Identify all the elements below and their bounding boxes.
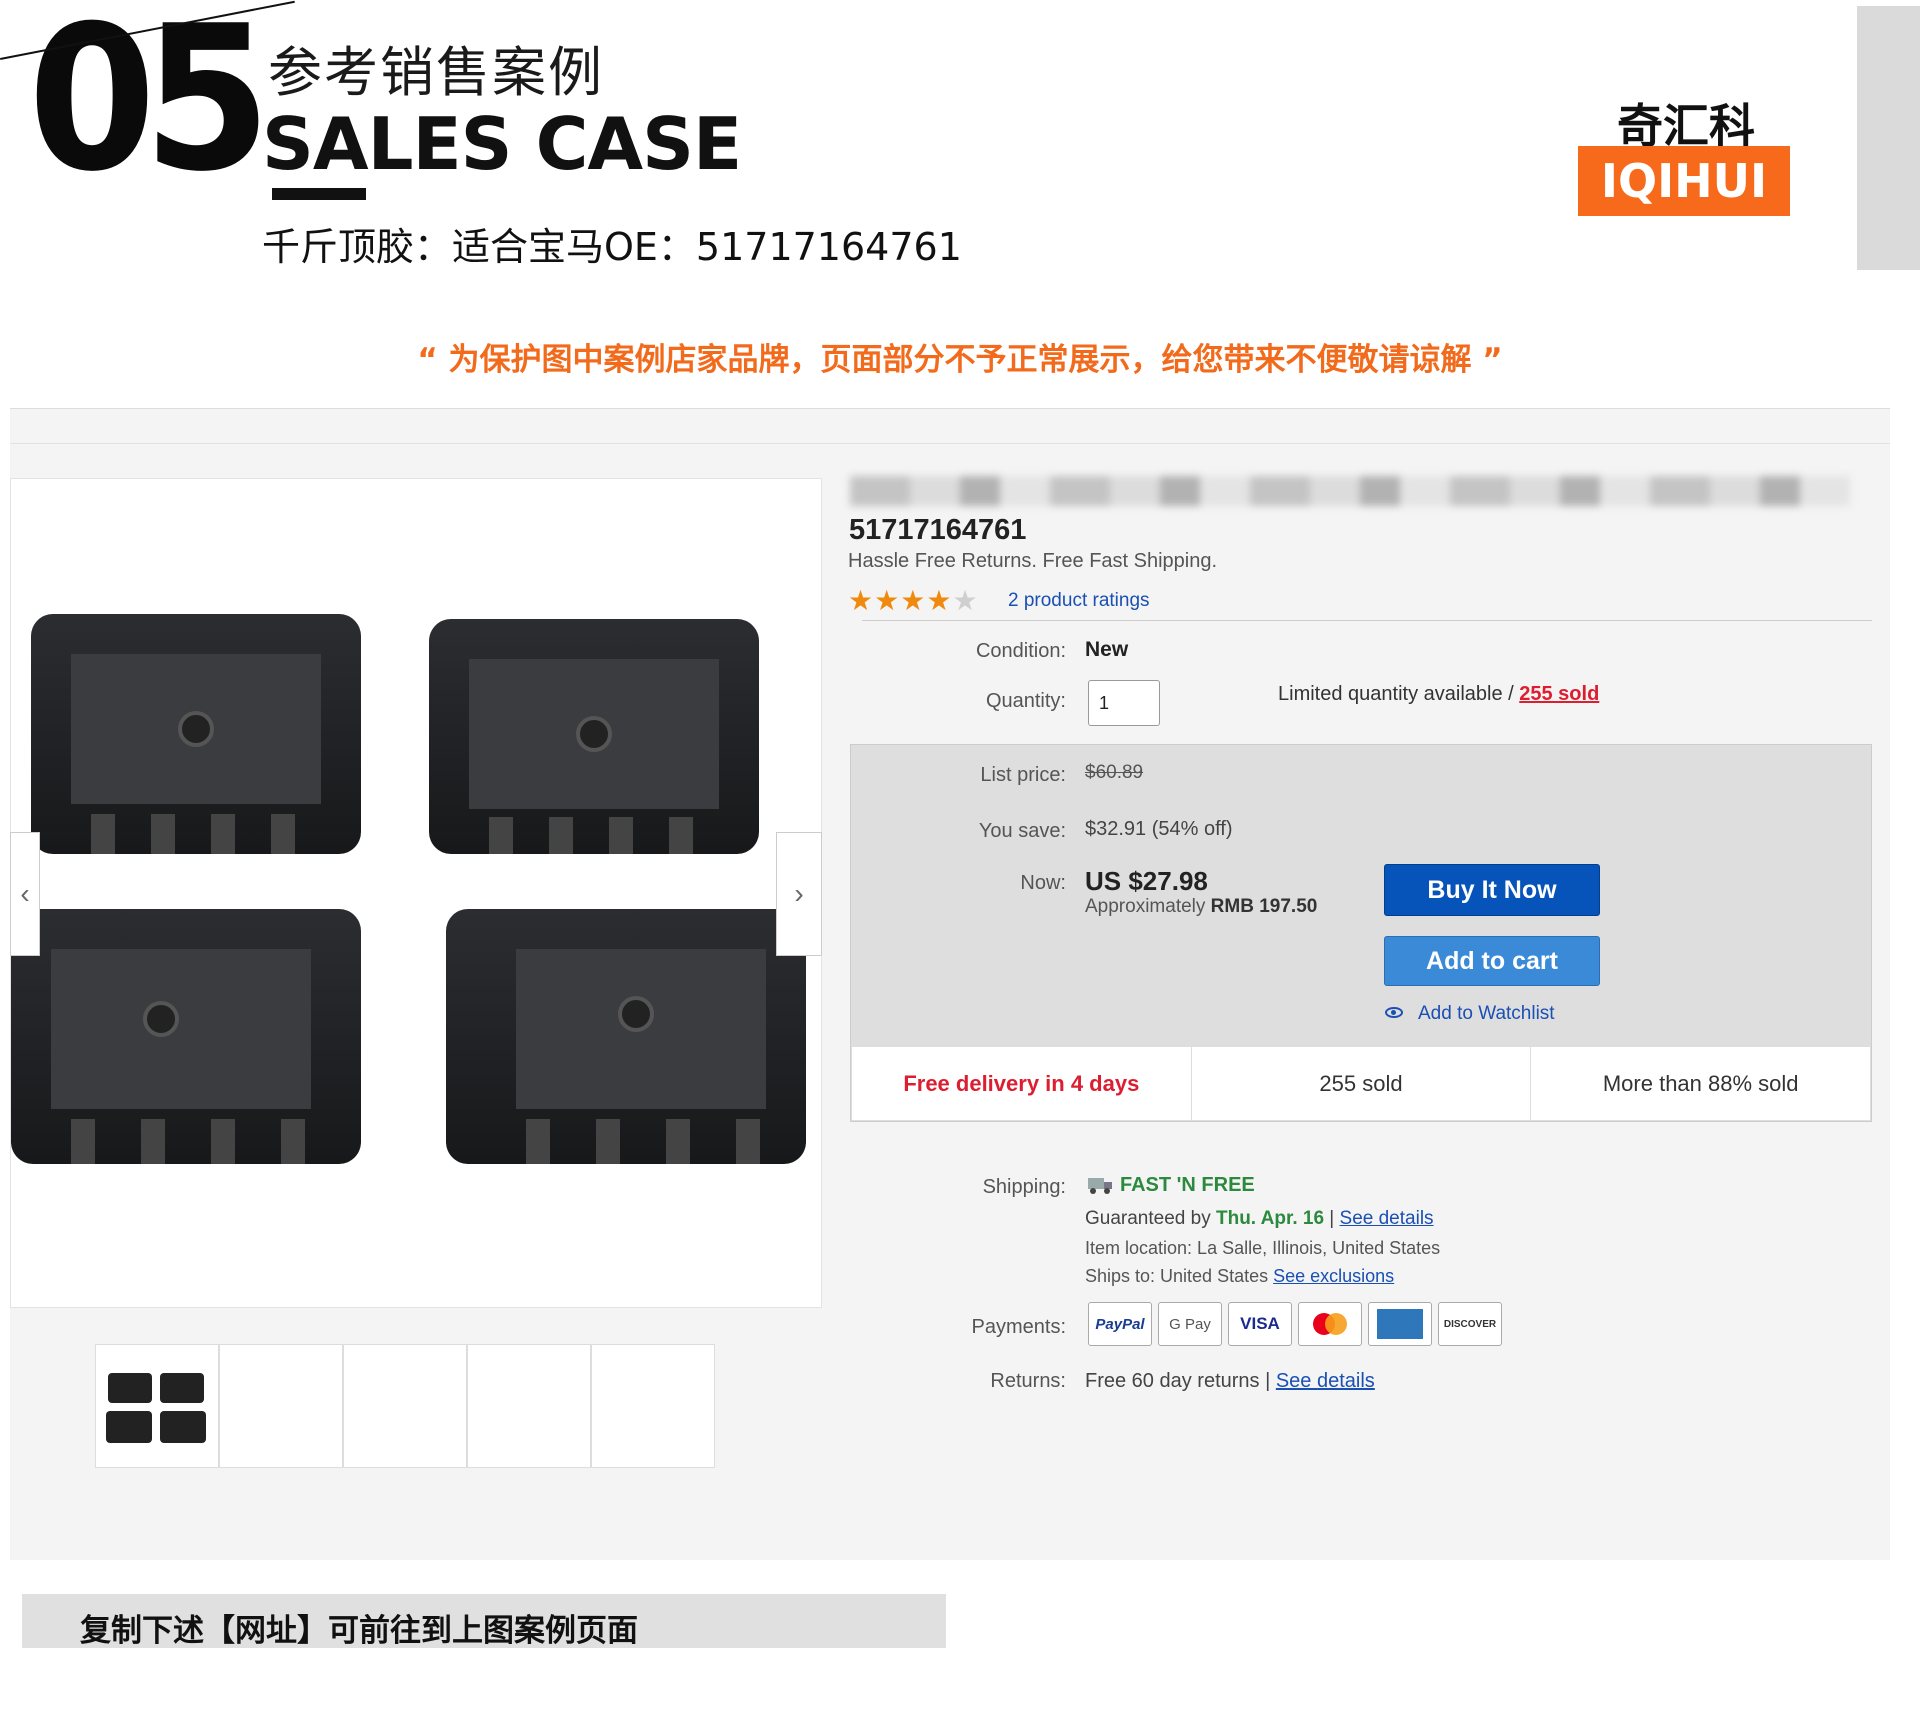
prev-image-button[interactable]: ‹: [10, 832, 40, 956]
paypal-icon: PayPal: [1088, 1302, 1152, 1346]
side-decor-bar: [1857, 6, 1920, 270]
now-price: US $27.98: [1085, 866, 1208, 896]
availability-text: Limited quantity available / 255 sold: [1278, 683, 1599, 706]
stat-percent-sold: More than 88% sold: [1602, 1070, 1799, 1096]
thumbnail-4[interactable]: [467, 1344, 591, 1468]
ships-to-label: Ships to: United States: [1085, 1266, 1274, 1286]
item-number: 51717164761: [849, 514, 1027, 546]
thumbnail-2[interactable]: [219, 1344, 343, 1468]
shipping-label: Shipping:: [982, 1176, 1066, 1198]
title-en: SALES CASE: [262, 102, 742, 186]
ratings-link[interactable]: 2 product ratings: [1008, 590, 1150, 612]
fast-n-free-badge: FAST 'N FREE: [1120, 1174, 1255, 1196]
title-cn: 参考销售案例: [268, 41, 604, 104]
ships-to: Ships to: United States See exclusions: [1085, 1266, 1394, 1287]
chevron-right-icon: ›: [794, 878, 804, 909]
guarantee-date: Thu. Apr. 16: [1215, 1208, 1325, 1229]
buy-now-button[interactable]: Buy It Now: [1384, 864, 1600, 916]
footer-copy-text: 复制下述【网址】可前往到上图案例页面: [80, 1613, 638, 1649]
you-save-value: $32.91 (54% off): [1085, 818, 1233, 840]
quantity-label: Quantity:: [985, 690, 1066, 712]
stats-row: Free delivery in 4 days 255 sold More th…: [852, 1046, 1870, 1120]
star-icon: ★: [926, 585, 953, 616]
google-pay-icon: G Pay: [1158, 1302, 1222, 1346]
availability-label: Limited quantity available /: [1278, 683, 1520, 705]
eye-icon: [1385, 1007, 1403, 1018]
guarantee-label: Guaranteed by: [1085, 1208, 1216, 1229]
approx-label: Approximately: [1085, 896, 1211, 917]
approx-value: RMB 197.50: [1210, 896, 1318, 917]
see-exclusions-link[interactable]: See exclusions: [1273, 1266, 1394, 1286]
stat-delivery: Free delivery in 4 days: [852, 1047, 1192, 1120]
see-details-link[interactable]: See details: [1340, 1208, 1434, 1229]
thumbnail-5[interactable]: [591, 1344, 715, 1468]
blurred-item-title: [850, 476, 1850, 506]
discover-icon: DISCOVER: [1438, 1302, 1502, 1346]
sold-count-link[interactable]: 255 sold: [1519, 683, 1599, 705]
thumbnail-3[interactable]: [343, 1344, 467, 1468]
mastercard-icon: [1298, 1302, 1362, 1346]
star-icon: ★: [848, 585, 875, 616]
next-image-button[interactable]: ›: [776, 832, 822, 956]
subtitle: 千斤顶胶：适合宝马OE：51717164761: [262, 225, 962, 269]
condition-label: Condition:: [975, 640, 1066, 662]
chevron-left-icon: ‹: [20, 878, 30, 909]
visa-icon: VISA: [1228, 1302, 1292, 1346]
approx-price: Approximately RMB 197.50: [1085, 896, 1317, 918]
returns-value: Free 60 day returns |: [1085, 1370, 1276, 1392]
amex-icon: [1368, 1302, 1432, 1346]
guarantee-text: Guaranteed by Thu. Apr. 16 | See details: [1085, 1208, 1434, 1230]
returns-label: Returns:: [990, 1370, 1066, 1392]
add-to-cart-button[interactable]: Add to cart: [1384, 936, 1600, 986]
privacy-notice: “ 为保护图中案例店家品牌，页面部分不予正常展示，给您带来不便敬请谅解 ”: [417, 342, 1503, 378]
payments-label: Payments:: [971, 1316, 1066, 1338]
item-location: Item location: La Salle, Illinois, Unite…: [1085, 1238, 1441, 1258]
quantity-input[interactable]: 1: [1088, 680, 1160, 726]
divider: [10, 443, 1890, 444]
thumbnail-image: [106, 1373, 206, 1443]
star-empty-icon: ★: [952, 585, 979, 616]
product-image: [11, 614, 806, 1164]
you-save-label: You save:: [978, 820, 1066, 842]
thumbnail-1[interactable]: [95, 1344, 219, 1468]
product-image-panel[interactable]: [10, 478, 822, 1308]
stat-sold: 255 sold: [1192, 1047, 1532, 1120]
star-rating: ★★★★★: [848, 584, 979, 617]
brand-logo: IQIHUI: [1578, 146, 1790, 216]
add-to-watchlist-link[interactable]: Add to Watchlist: [1418, 1003, 1555, 1025]
condition-value: New: [1085, 638, 1129, 661]
separator: |: [1324, 1208, 1340, 1229]
item-tagline: Hassle Free Returns. Free Fast Shipping.: [848, 550, 1218, 572]
returns-details-link[interactable]: See details: [1276, 1370, 1375, 1392]
list-price: $60.89: [1085, 762, 1144, 783]
title-underbar: [272, 188, 366, 200]
truck-icon: [1088, 1178, 1112, 1194]
returns-text: Free 60 day returns | See details: [1085, 1370, 1375, 1393]
now-label: Now:: [1020, 872, 1066, 894]
star-icon: ★: [874, 585, 901, 616]
divider: [862, 620, 1872, 621]
list-price-label: List price:: [980, 764, 1066, 786]
star-icon: ★: [900, 585, 927, 616]
